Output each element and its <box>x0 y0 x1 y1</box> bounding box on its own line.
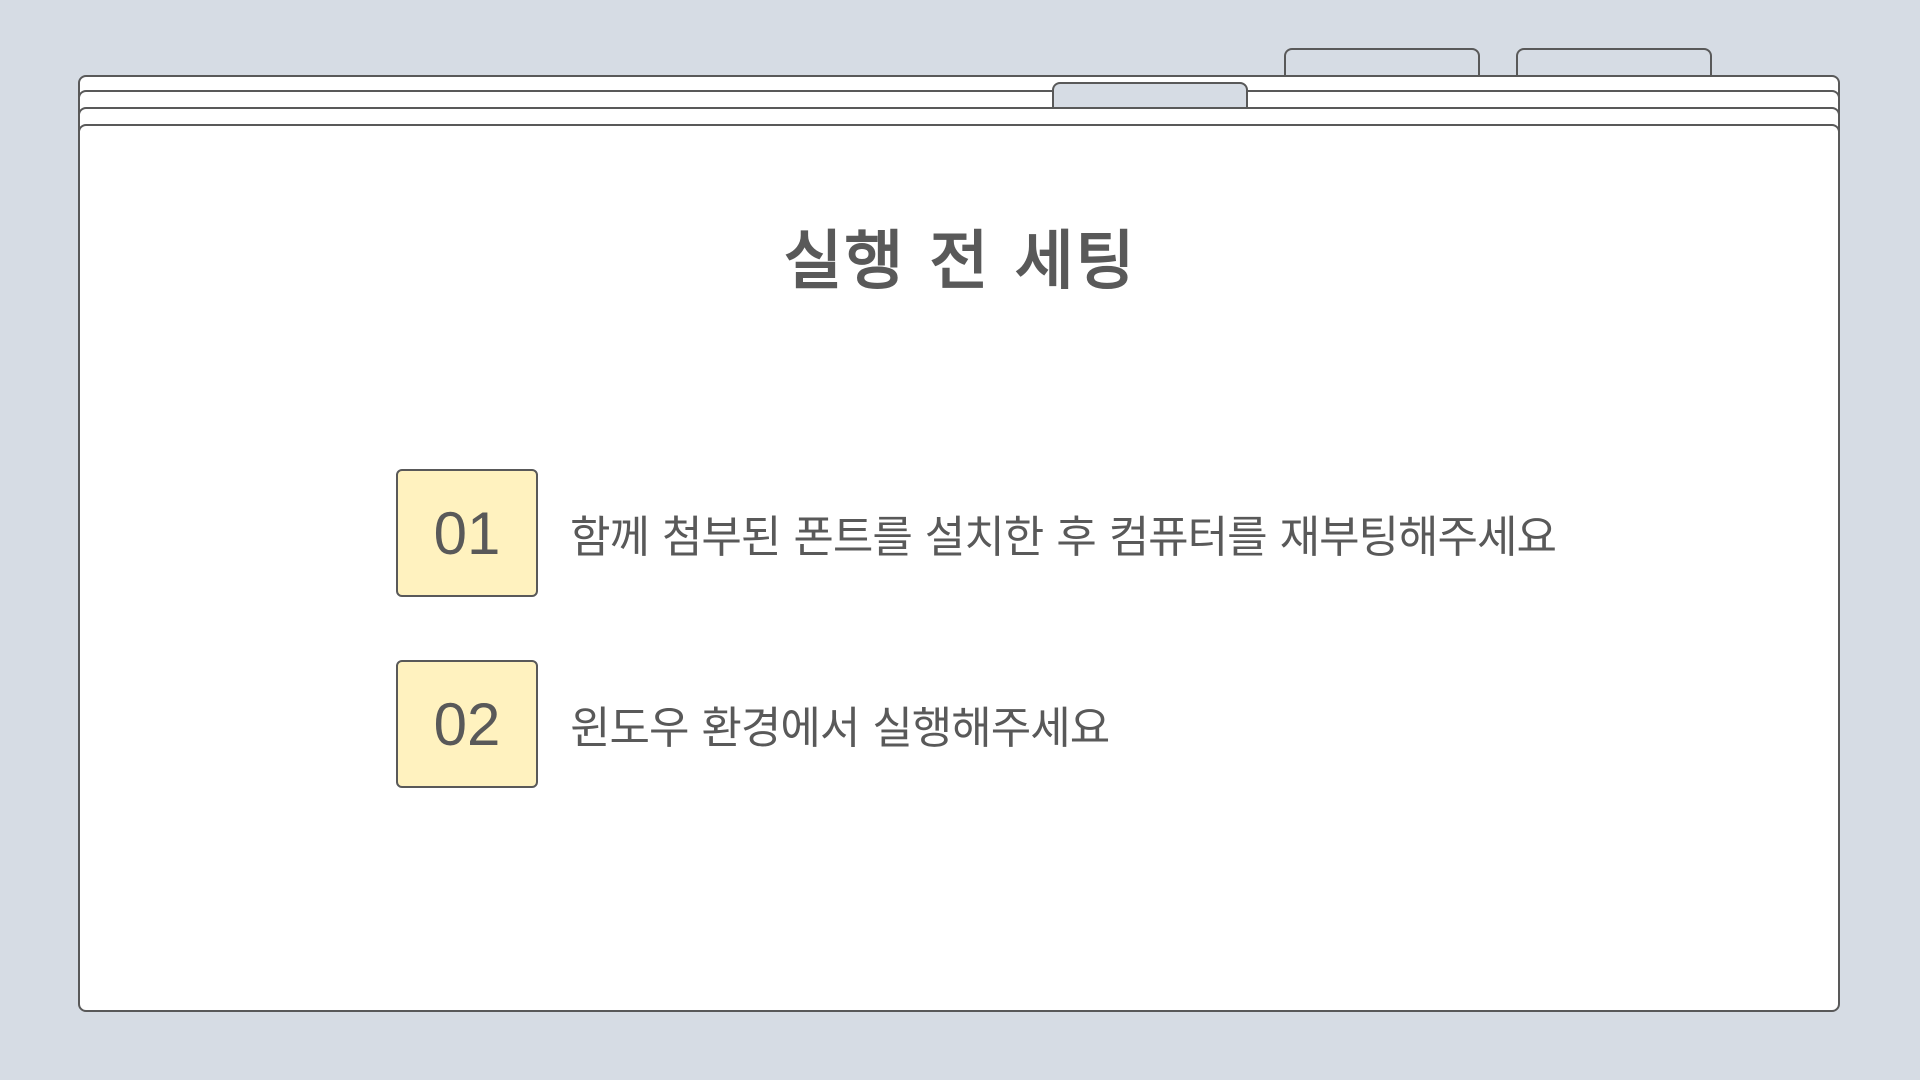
step-text: 함께 첨부된 폰트를 설치한 후 컴퓨터를 재부팅해주세요 <box>570 512 1557 563</box>
list-item: 01 함께 첨부된 폰트를 설치한 후 컴퓨터를 재부팅해주세요 <box>396 469 1557 597</box>
step-text: 윈도우 환경에서 실행해주세요 <box>570 703 1110 754</box>
page-title: 실행 전 세팅 <box>783 225 1137 299</box>
slide-canvas: 실행 전 세팅 01 함께 첨부된 폰트를 설치한 후 컴퓨터를 재부팅해주세요… <box>0 0 1920 1080</box>
step-number-badge: 02 <box>396 660 538 788</box>
step-number-badge: 01 <box>396 469 538 597</box>
list-item: 02 윈도우 환경에서 실행해주세요 <box>396 660 1110 788</box>
